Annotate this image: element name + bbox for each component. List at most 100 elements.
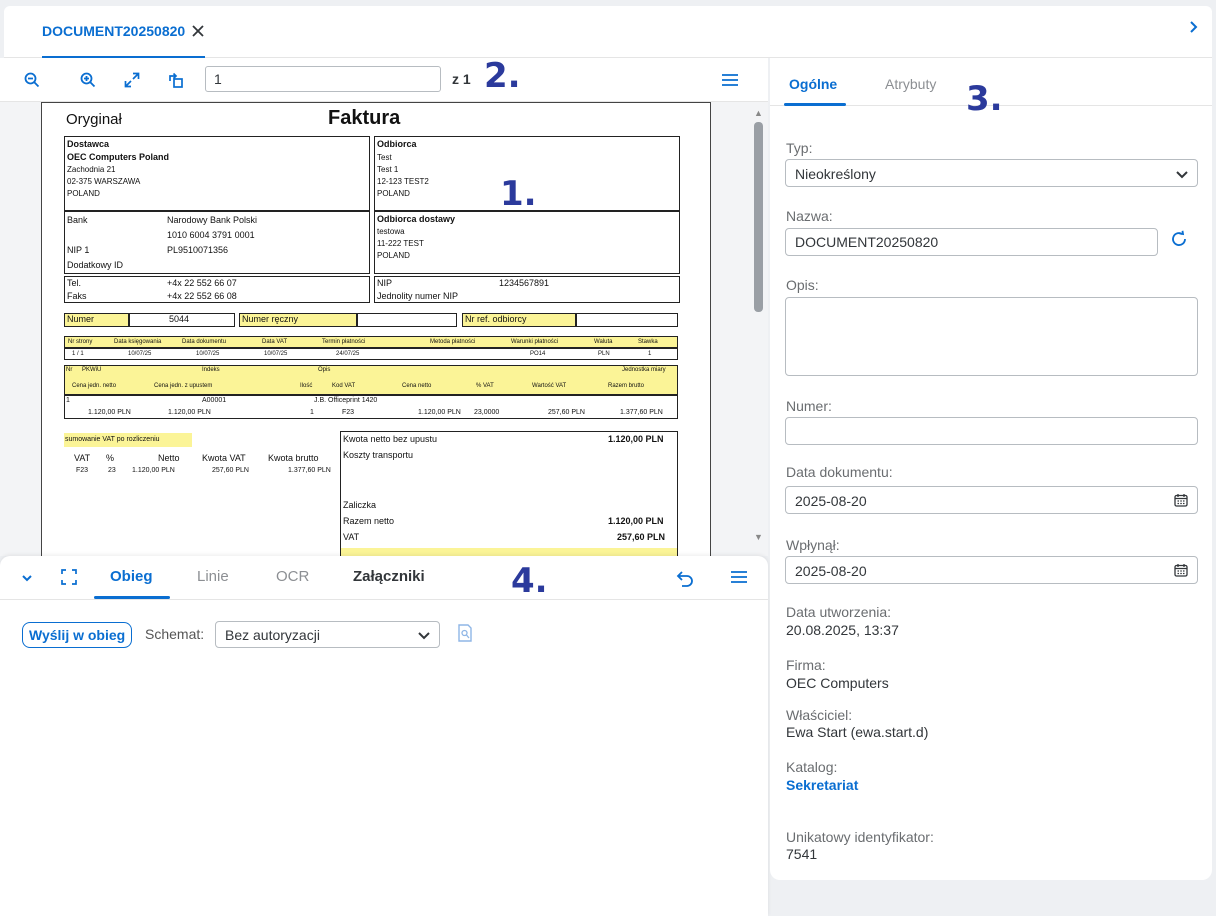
- vat-row-brutto: 1.377,60 PLN: [288, 467, 331, 474]
- numer-input[interactable]: [785, 417, 1198, 445]
- wplynal-input[interactable]: 2025-08-20: [785, 556, 1198, 584]
- chevron-down-icon: [1175, 167, 1189, 181]
- bank-label: Bank: [67, 215, 88, 225]
- numer-reczny-label: Numer ręczny: [242, 314, 299, 324]
- undo-icon[interactable]: [676, 569, 694, 587]
- katalog-label: Katalog:: [786, 759, 838, 775]
- document-page-area: Oryginał Faktura Dostawca OEC Computers …: [0, 102, 768, 556]
- viewer-scrollbar[interactable]: ▲ ▼: [750, 102, 768, 556]
- invoice-original-label: Oryginał: [66, 111, 122, 128]
- hdr-col-2: Data dokumentu: [182, 339, 227, 345]
- scroll-down-icon[interactable]: ▼: [754, 532, 763, 542]
- calendar-icon[interactable]: [1174, 493, 1188, 507]
- rotate-icon[interactable]: [164, 68, 188, 92]
- hdr-val-4: 24/07/25: [336, 351, 360, 357]
- schema-label: Schemat:: [145, 626, 205, 642]
- page-number-input[interactable]: [205, 66, 441, 92]
- tab-atrybuty[interactable]: Atrybuty: [885, 76, 936, 92]
- zaliczka-label: Zaliczka: [343, 500, 377, 510]
- item-hdr-kod-vat: Kod VAT: [332, 383, 356, 389]
- send-to-workflow-button[interactable]: Wyślij w obieg: [22, 622, 133, 648]
- nip-unique-label: Jednolity numer NIP: [377, 291, 459, 301]
- supplier-street: Zachodnia 21: [67, 165, 116, 174]
- nip2-value: 1234567891: [499, 278, 550, 288]
- razem-brutto-bar: [341, 548, 677, 556]
- hdr-col-7: Waluta: [594, 339, 613, 345]
- bank-name: Narodowy Bank Polski: [167, 215, 258, 225]
- typ-select[interactable]: Nieokreślony: [785, 159, 1198, 187]
- numer-label: Numer: [67, 314, 95, 324]
- recipient-city: 12-123 TEST2: [377, 177, 429, 186]
- wplynal-value: 2025-08-20: [795, 563, 867, 579]
- opis-textarea[interactable]: [785, 297, 1198, 376]
- razem-netto-label: Razem netto: [343, 516, 395, 526]
- active-tab-indicator: [784, 103, 846, 106]
- item-indeks: A00001: [202, 397, 227, 404]
- fullscreen-icon[interactable]: [60, 568, 78, 586]
- refresh-icon[interactable]: [1170, 230, 1188, 248]
- item-hdr-cena-upust: Cena jedn. z upustem: [154, 383, 213, 389]
- fax-value: +4x 22 552 66 08: [167, 291, 237, 301]
- firma-label: Firma:: [786, 657, 826, 673]
- bottom-menu-icon[interactable]: [730, 569, 748, 585]
- bottom-tab-bar: Obieg Linie OCR Załączniki 4.: [0, 556, 768, 600]
- properties-panel: Ogólne Atrybuty 3. Typ: Nieokreślony Naz…: [770, 58, 1212, 880]
- scroll-up-icon[interactable]: ▲: [754, 108, 763, 118]
- vat-col-brutto: Kwota brutto: [268, 453, 319, 463]
- schema-select[interactable]: Bez autoryzacji: [215, 621, 440, 648]
- numer-value: 5044: [169, 314, 190, 324]
- data-dokumentu-input[interactable]: 2025-08-20: [785, 486, 1198, 514]
- item-razem-brutto: 1.377,60 PLN: [620, 409, 663, 416]
- recipient-street: Test 1: [377, 165, 399, 174]
- recipient-country: POLAND: [377, 189, 410, 198]
- fit-page-icon[interactable]: [120, 68, 144, 92]
- vat-col-vat: VAT: [74, 453, 91, 463]
- item-hdr-nr: Nr: [66, 367, 73, 373]
- zoom-out-icon[interactable]: [20, 68, 44, 92]
- tab-zalaczniki[interactable]: Załączniki: [353, 568, 425, 585]
- nip2-label: NIP: [377, 278, 393, 288]
- scrollbar-thumb[interactable]: [754, 122, 763, 312]
- close-icon[interactable]: [191, 24, 205, 38]
- item-hdr-wartosc-vat: Wartość VAT: [532, 383, 567, 389]
- vat-row-pct: 23: [108, 467, 116, 474]
- data-utworzenia-label: Data utworzenia:: [786, 604, 892, 620]
- vat-total-label: VAT: [343, 532, 360, 542]
- item-cena-upust: 1.120,00 PLN: [168, 409, 211, 416]
- bottom-panel: Obieg Linie OCR Załączniki 4. Wyślij w o…: [0, 556, 768, 916]
- item-ilosc: 1: [310, 409, 314, 416]
- document-tab[interactable]: DOCUMENT20250820: [42, 6, 206, 58]
- item-table-head: [64, 365, 678, 395]
- zoom-in-icon[interactable]: [76, 68, 100, 92]
- tab-linie[interactable]: Linie: [197, 568, 229, 585]
- item-opis: J.B. Officeprint 1420: [314, 397, 378, 404]
- typ-label: Typ:: [786, 140, 813, 156]
- vat-row-kwota: 257,60 PLN: [212, 467, 249, 474]
- document-viewer: z 1 2. Oryginał Faktura Dostawca OEC Com…: [0, 58, 768, 556]
- tab-obieg[interactable]: Obieg: [110, 568, 153, 585]
- collapse-chevron-icon[interactable]: [20, 571, 34, 585]
- calendar-icon[interactable]: [1174, 563, 1188, 577]
- tot-netto-value: 1.120,00 PLN: [608, 434, 664, 444]
- vat-row-netto: 1.120,00 PLN: [132, 467, 175, 474]
- item-hdr-opis: Opis: [318, 367, 331, 373]
- data-utworzenia-value: 20.08.2025, 13:37: [786, 622, 899, 638]
- chevron-right-icon[interactable]: [1188, 20, 1198, 34]
- tel-value: +4x 22 552 66 07: [167, 278, 237, 288]
- schema-preview-icon[interactable]: [458, 624, 472, 642]
- menu-icon[interactable]: [718, 68, 742, 92]
- nip-label: NIP 1: [67, 245, 90, 255]
- typ-select-value: Nieokreślony: [795, 166, 876, 182]
- item-hdr-pkwiu: PKWiU: [82, 367, 102, 373]
- uid-value: 7541: [786, 846, 818, 862]
- page-count-label: z 1: [452, 71, 471, 87]
- hdr-col-6: Warunki płatności: [511, 339, 559, 345]
- hdr-col-0: Nr strony: [68, 339, 93, 345]
- katalog-link[interactable]: Sekretariat: [786, 777, 858, 793]
- hdr-val-6: PO14: [530, 351, 546, 357]
- tab-ocr[interactable]: OCR: [276, 568, 309, 585]
- annotation-number-4: 4.: [511, 561, 548, 601]
- razem-netto-value: 1.120,00 PLN: [608, 516, 664, 526]
- nazwa-input[interactable]: [785, 228, 1158, 256]
- tab-ogolne[interactable]: Ogólne: [789, 76, 837, 92]
